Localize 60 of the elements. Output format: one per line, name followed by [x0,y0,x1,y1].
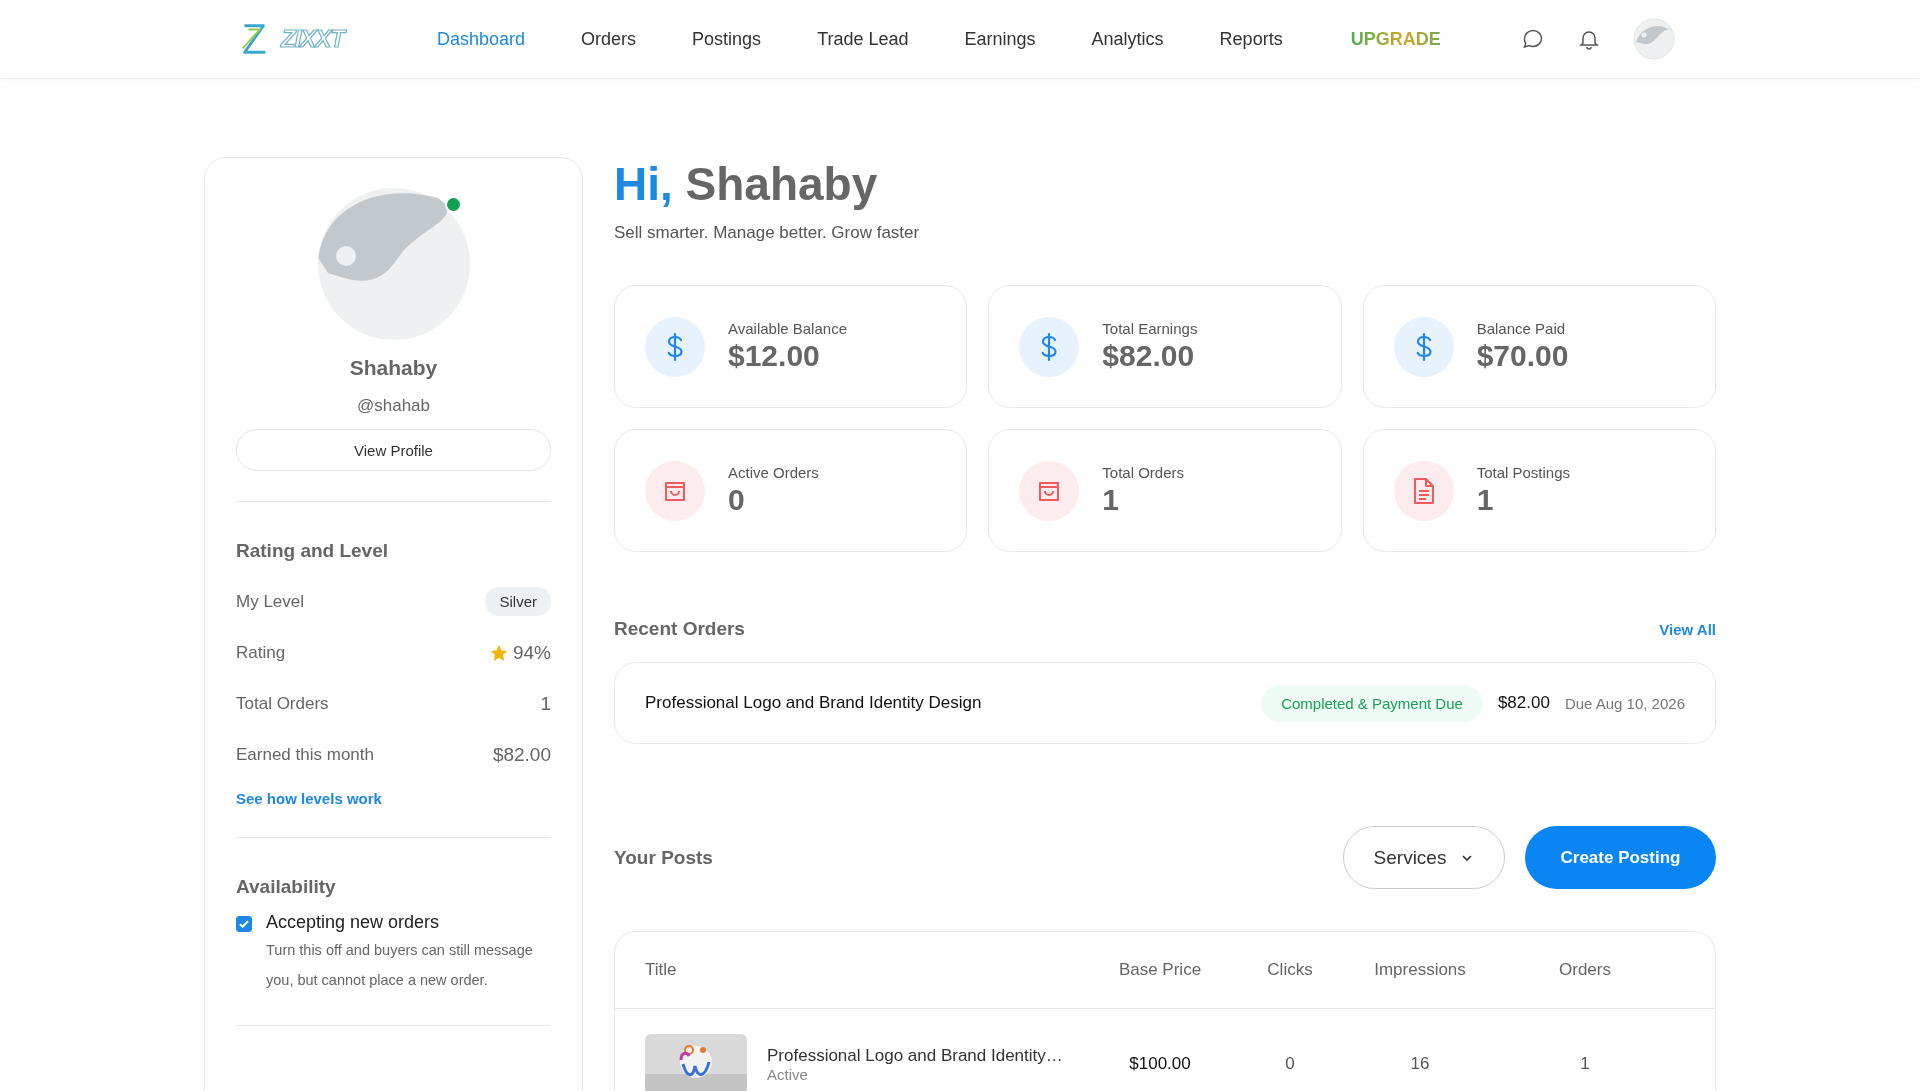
order-price: $82.00 [1497,693,1550,713]
checkbox-hint: Turn this off and buyers can still message you, but cannot place a new order. [266,941,534,990]
stat-label: Balance Paid [1476,320,1567,337]
view-all-link[interactable]: View All [1659,620,1716,638]
levels-link[interactable]: See how levels work [236,790,551,807]
stat-label: Total Earnings [1102,320,1198,337]
stat-label: Available Balance [728,320,847,337]
view-profile-button[interactable]: View Profile [236,429,551,471]
services-dropdown[interactable]: Services [1343,826,1505,889]
order-title: Professional Logo and Brand Identity Design [645,693,983,713]
stat-value: $70.00 [1476,339,1569,373]
nav-link[interactable]: Analytics [1091,28,1164,50]
stat-value: $82.00 [1102,339,1196,373]
stat-label: Earned this month [236,744,374,765]
table-cell-text: $100.00 [1128,1054,1192,1074]
rating-value: 94% [512,641,551,664]
tagline: Sell smarter. Manage better. Grow faster [614,223,921,243]
checkbox-label: Accepting new orders [266,912,441,933]
post-status: Active [767,1065,809,1083]
stat-value: 0 [728,483,746,517]
profile-name: Shahaby [348,356,439,380]
table-cell-text: 0 [1284,1054,1296,1074]
table-cell-text: 1 [1579,1054,1591,1074]
column-header: Orders [1558,960,1612,980]
stat-label: My Level [236,591,305,612]
stat-value: 1 [1102,483,1120,517]
nav-link[interactable]: Postings [692,28,762,50]
checkbox[interactable] [236,916,252,932]
due-date: Due Aug 10, 2026 [1564,694,1685,712]
create-posting-button[interactable]: Create Posting [1525,826,1716,889]
nav-link[interactable]: Earnings [964,28,1036,50]
stat-value: $82.00 [492,743,551,766]
section-title: Your Posts [614,846,714,869]
post-title[interactable]: Professional Logo and Brand Identity… [767,1045,1063,1066]
stat-label: Total Orders [236,693,329,714]
order-card[interactable]: Professional Logo and Brand Identity Design Completed & Payment Due $82.00 Due Aug 10, 2026 [614,662,1716,744]
profile-handle: @shahab [356,396,431,416]
stat-label: Active Orders [728,464,819,481]
stat-value: 1 [1476,483,1495,517]
level-badge: Silver [485,587,551,616]
nav-link[interactable]: Reports [1219,28,1283,50]
section-title: Recent Orders [614,618,745,640]
stat-label: Total Postings [1476,464,1571,481]
stat-value: $12.00 [728,339,821,373]
stat-label: Total Orders [1102,464,1185,481]
column-header: Base Price [1117,960,1203,980]
document-icon [1411,476,1436,505]
nav-link[interactable]: Orders [581,28,637,50]
column-header: Clicks [1266,960,1314,980]
nav-link[interactable]: Trade Lead [817,28,909,50]
status-badge: Completed & Payment Due [1261,684,1483,722]
section-title: Rating and Level [236,540,390,562]
column-header: Impressions [1373,960,1467,980]
stat-label: Rating [236,642,286,663]
table-cell-text: 16 [1409,1054,1431,1074]
nav-link[interactable]: Dashboard [437,28,526,50]
column-header: Title [645,960,678,980]
profile-avatar-icon [317,188,470,340]
section-title: Availability [236,876,337,898]
stat-value: 1 [540,692,551,715]
